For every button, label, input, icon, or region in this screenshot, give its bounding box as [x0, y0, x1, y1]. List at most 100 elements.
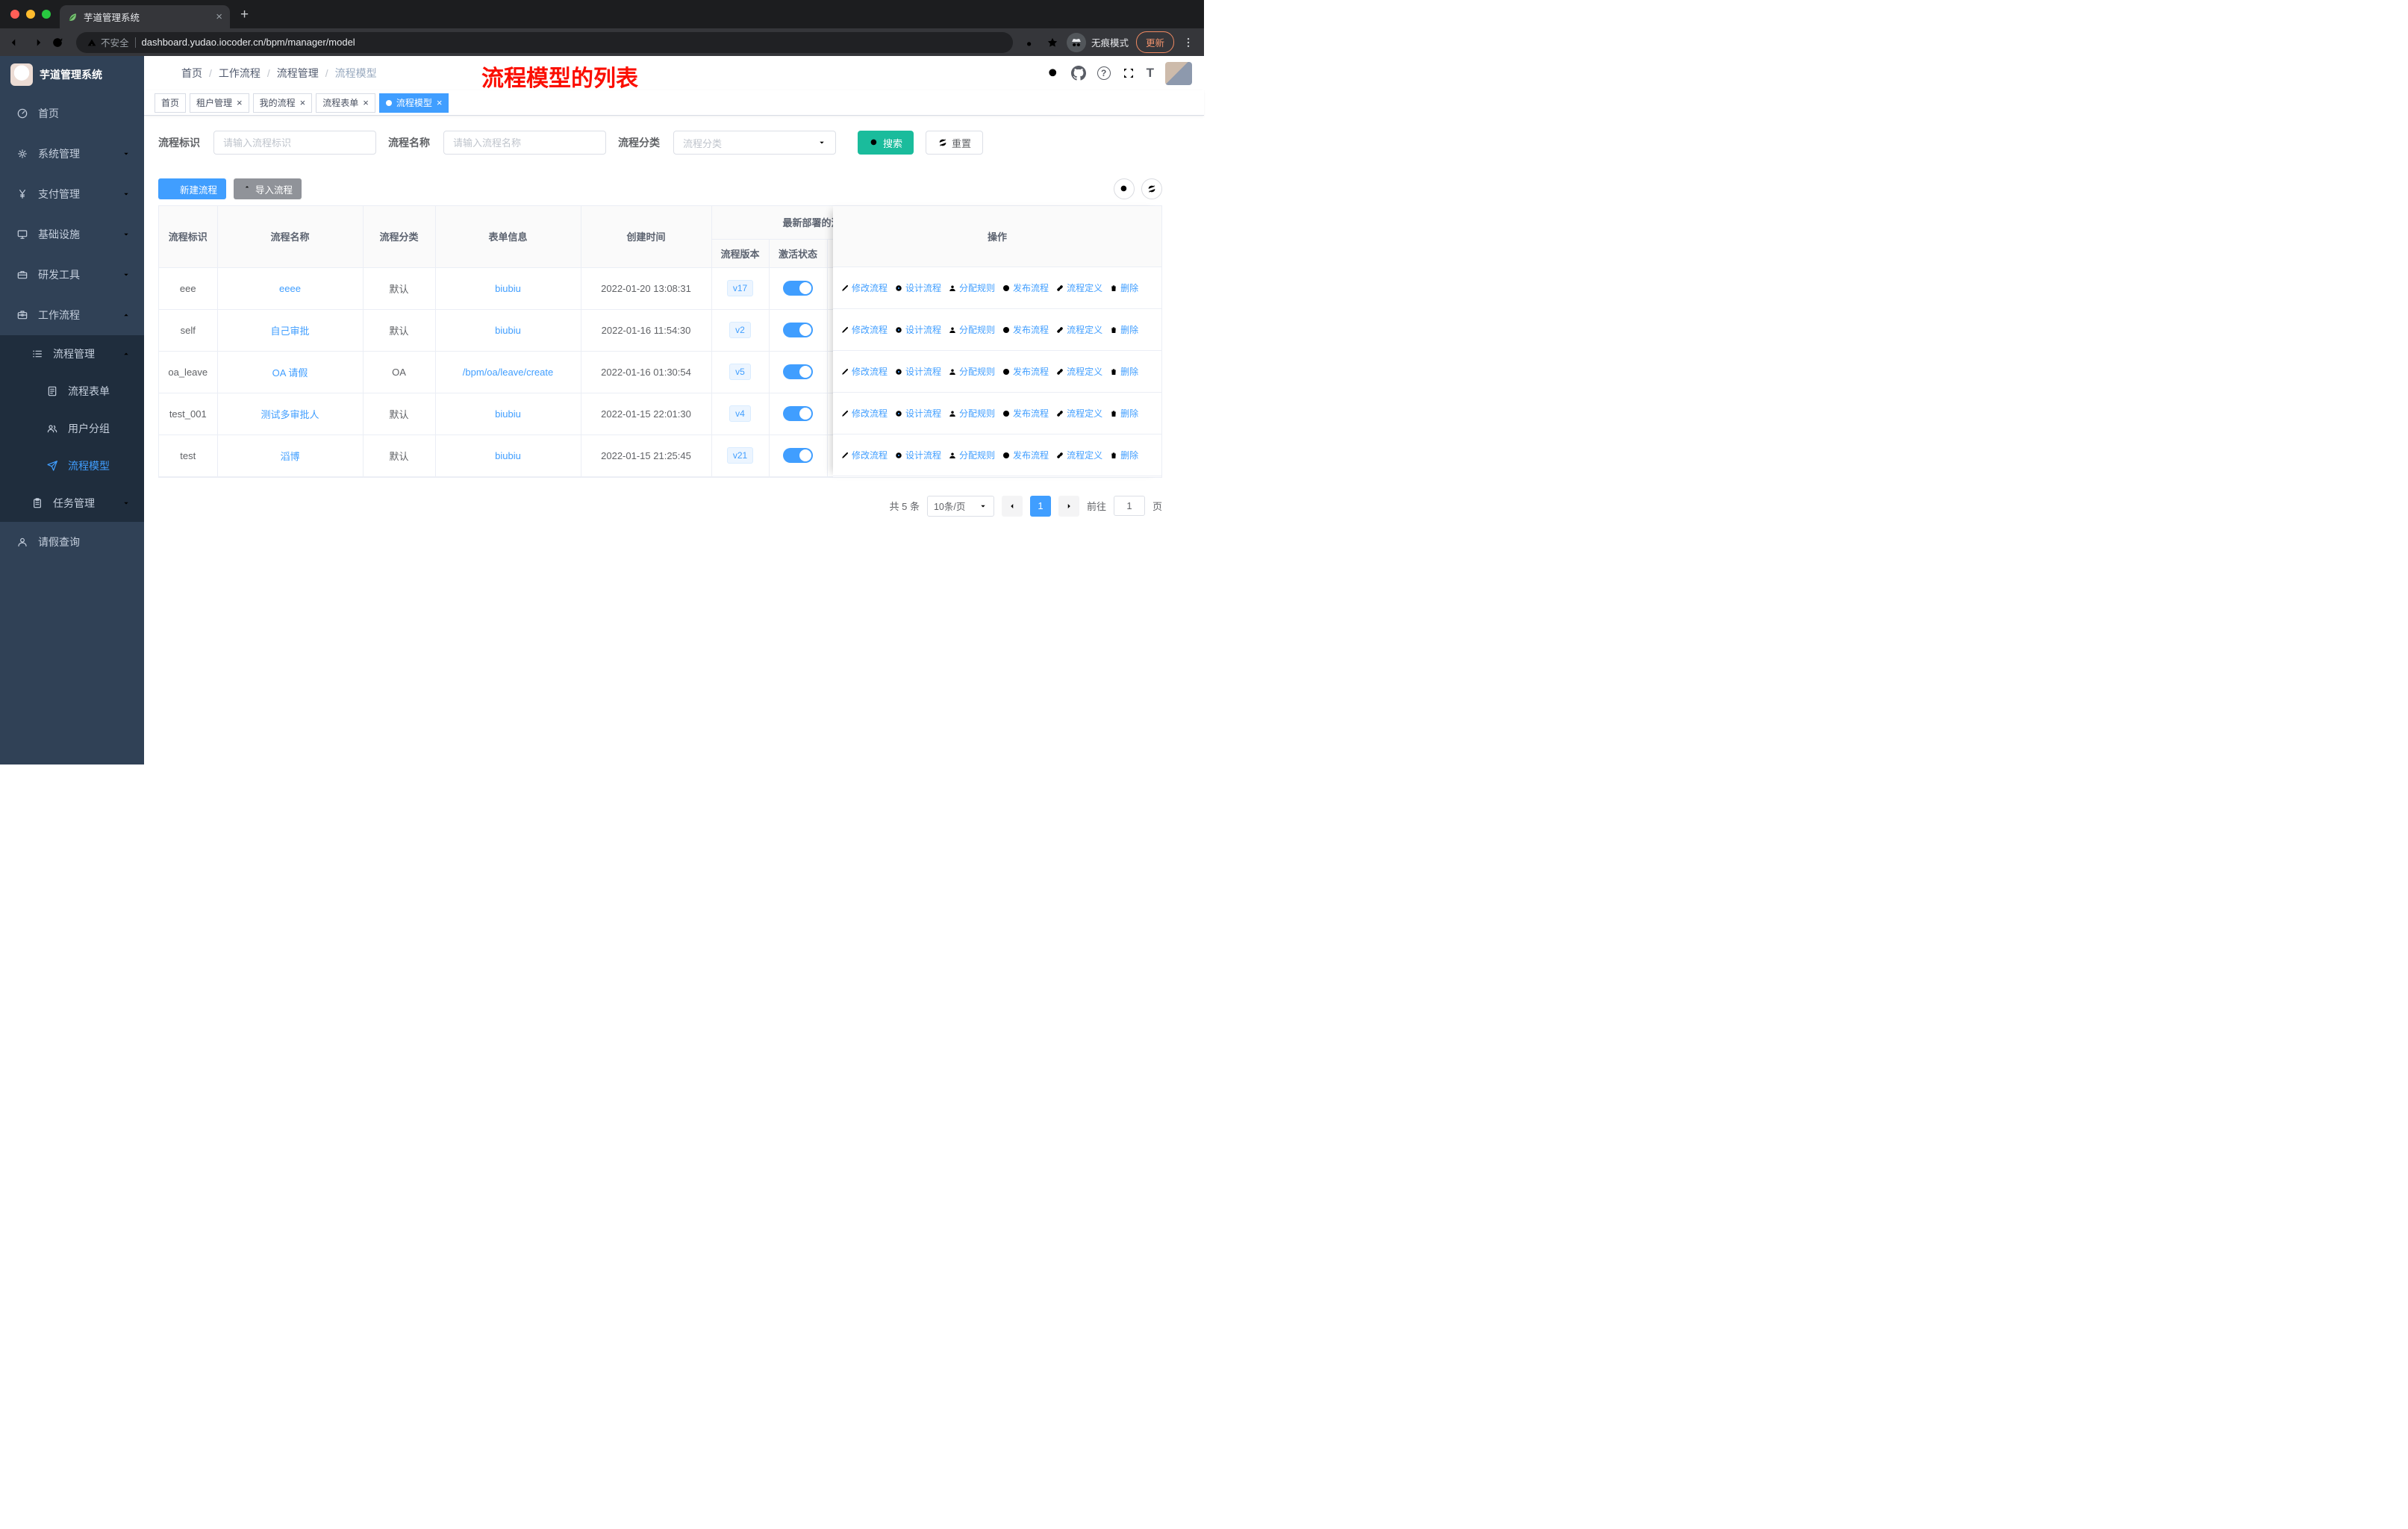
- op-publish-process[interactable]: 发布流程: [1002, 323, 1049, 336]
- sidebar-item-devtools[interactable]: 研发工具: [0, 255, 144, 295]
- tag-my-process[interactable]: 我的流程 ×: [252, 93, 313, 113]
- maximize-window-button[interactable]: [42, 10, 51, 19]
- op-design-process[interactable]: 设计流程: [894, 407, 941, 420]
- create-process-button[interactable]: 新建流程: [158, 178, 227, 199]
- sidebar-item-payment[interactable]: 支付管理: [0, 174, 144, 214]
- avatar[interactable]: [1165, 61, 1192, 85]
- op-delete[interactable]: 删除: [1109, 407, 1138, 420]
- op-edit-process[interactable]: 修改流程: [840, 365, 888, 378]
- sidebar-item-workflow[interactable]: 工作流程: [0, 295, 144, 335]
- form-info-link[interactable]: biubiu: [495, 408, 521, 420]
- browser-menu-icon[interactable]: [1182, 36, 1195, 49]
- op-assign-rule[interactable]: 分配规则: [948, 407, 995, 420]
- op-design-process[interactable]: 设计流程: [894, 281, 941, 294]
- op-edit-process[interactable]: 修改流程: [840, 449, 888, 461]
- toggle-search-button[interactable]: [1114, 178, 1135, 199]
- sidebar-item-process-management[interactable]: 流程管理: [0, 335, 144, 373]
- reload-icon[interactable]: [51, 36, 64, 49]
- breadcrumb-home[interactable]: 首页: [181, 66, 202, 81]
- process-name-input[interactable]: [443, 131, 606, 155]
- close-icon[interactable]: ×: [300, 98, 306, 108]
- op-assign-rule[interactable]: 分配规则: [948, 449, 995, 461]
- fullscreen-icon[interactable]: [1122, 66, 1135, 80]
- prev-page-button[interactable]: [1001, 495, 1023, 517]
- sidebar-item-infrastructure[interactable]: 基础设施: [0, 214, 144, 255]
- tag-home[interactable]: 首页: [155, 93, 187, 113]
- active-toggle[interactable]: [783, 448, 813, 463]
- close-icon[interactable]: ×: [363, 98, 369, 108]
- app-logo[interactable]: 芋道管理系统: [0, 56, 144, 93]
- bookmark-star-icon[interactable]: [1046, 36, 1059, 49]
- sidebar-item-leave-query[interactable]: 请假查询: [0, 522, 144, 562]
- import-process-button[interactable]: 导入流程: [234, 178, 302, 199]
- browser-tab[interactable]: 芋道管理系统 ×: [60, 5, 230, 28]
- github-icon[interactable]: [1071, 66, 1086, 81]
- update-button[interactable]: 更新: [1135, 31, 1174, 53]
- op-assign-rule[interactable]: 分配规则: [948, 365, 995, 378]
- form-info-link[interactable]: biubiu: [495, 283, 521, 294]
- process-key-input[interactable]: [213, 131, 376, 155]
- active-toggle[interactable]: [783, 364, 813, 379]
- op-publish-process[interactable]: 发布流程: [1002, 281, 1049, 294]
- page-number[interactable]: 1: [1029, 495, 1051, 517]
- sidebar-item-home[interactable]: 首页: [0, 93, 144, 134]
- font-size-icon[interactable]: T: [1147, 66, 1154, 81]
- form-info-link[interactable]: biubiu: [495, 450, 521, 461]
- process-name-link[interactable]: eeee: [279, 283, 301, 294]
- next-page-button[interactable]: [1058, 495, 1079, 517]
- profile-chip[interactable]: 无痕模式: [1066, 32, 1129, 52]
- op-delete[interactable]: 删除: [1109, 323, 1138, 336]
- refresh-table-button[interactable]: [1141, 178, 1162, 199]
- tag-process-model[interactable]: 流程模型 ×: [378, 93, 449, 113]
- sidebar-item-system[interactable]: 系统管理: [0, 134, 144, 174]
- op-delete[interactable]: 删除: [1109, 281, 1138, 294]
- op-process-definition[interactable]: 流程定义: [1055, 365, 1102, 378]
- tag-tenant[interactable]: 租户管理 ×: [190, 93, 249, 113]
- op-assign-rule[interactable]: 分配规则: [948, 323, 995, 336]
- minimize-window-button[interactable]: [26, 10, 35, 19]
- breadcrumb-workflow[interactable]: 工作流程: [219, 66, 261, 81]
- security-chip[interactable]: 不安全: [87, 35, 129, 49]
- op-edit-process[interactable]: 修改流程: [840, 281, 888, 294]
- sidebar-item-process-form[interactable]: 流程表单: [0, 373, 144, 410]
- op-assign-rule[interactable]: 分配规则: [948, 281, 995, 294]
- op-publish-process[interactable]: 发布流程: [1002, 407, 1049, 420]
- new-tab-button[interactable]: +: [240, 7, 249, 23]
- address-bar[interactable]: 不安全 dashboard.yudao.iocoder.cn/bpm/manag…: [76, 31, 1013, 53]
- op-delete[interactable]: 删除: [1109, 449, 1138, 461]
- form-info-link[interactable]: /bpm/oa/leave/create: [463, 367, 553, 378]
- sidebar-item-task-management[interactable]: 任务管理: [0, 485, 144, 522]
- active-toggle[interactable]: [783, 323, 813, 337]
- goto-page-input[interactable]: [1113, 496, 1145, 516]
- hamburger-icon[interactable]: [156, 66, 171, 81]
- op-design-process[interactable]: 设计流程: [894, 365, 941, 378]
- op-publish-process[interactable]: 发布流程: [1002, 365, 1049, 378]
- close-icon[interactable]: ×: [437, 98, 443, 108]
- active-toggle[interactable]: [783, 406, 813, 421]
- reset-button[interactable]: 重置: [926, 131, 984, 155]
- op-process-definition[interactable]: 流程定义: [1055, 323, 1102, 336]
- category-select[interactable]: 流程分类: [673, 131, 836, 155]
- key-icon[interactable]: [1025, 36, 1038, 49]
- page-size-select[interactable]: 10条/页: [926, 495, 994, 517]
- op-design-process[interactable]: 设计流程: [894, 323, 941, 336]
- search-icon[interactable]: [1047, 66, 1060, 80]
- process-name-link[interactable]: 滔博: [280, 451, 299, 462]
- op-edit-process[interactable]: 修改流程: [840, 407, 888, 420]
- help-icon[interactable]: ?: [1097, 66, 1111, 80]
- op-process-definition[interactable]: 流程定义: [1055, 281, 1102, 294]
- sidebar-item-user-group[interactable]: 用户分组: [0, 410, 144, 447]
- back-icon[interactable]: [9, 36, 22, 49]
- breadcrumb-process-management[interactable]: 流程管理: [277, 66, 319, 81]
- process-name-link[interactable]: 自己审批: [270, 326, 309, 337]
- sidebar-item-process-model[interactable]: 流程模型: [0, 447, 144, 485]
- close-icon[interactable]: ×: [237, 98, 243, 108]
- op-process-definition[interactable]: 流程定义: [1055, 449, 1102, 461]
- tab-close-icon[interactable]: ×: [216, 11, 222, 22]
- op-delete[interactable]: 删除: [1109, 365, 1138, 378]
- active-toggle[interactable]: [783, 281, 813, 296]
- op-design-process[interactable]: 设计流程: [894, 449, 941, 461]
- close-window-button[interactable]: [10, 10, 19, 19]
- op-process-definition[interactable]: 流程定义: [1055, 407, 1102, 420]
- op-publish-process[interactable]: 发布流程: [1002, 449, 1049, 461]
